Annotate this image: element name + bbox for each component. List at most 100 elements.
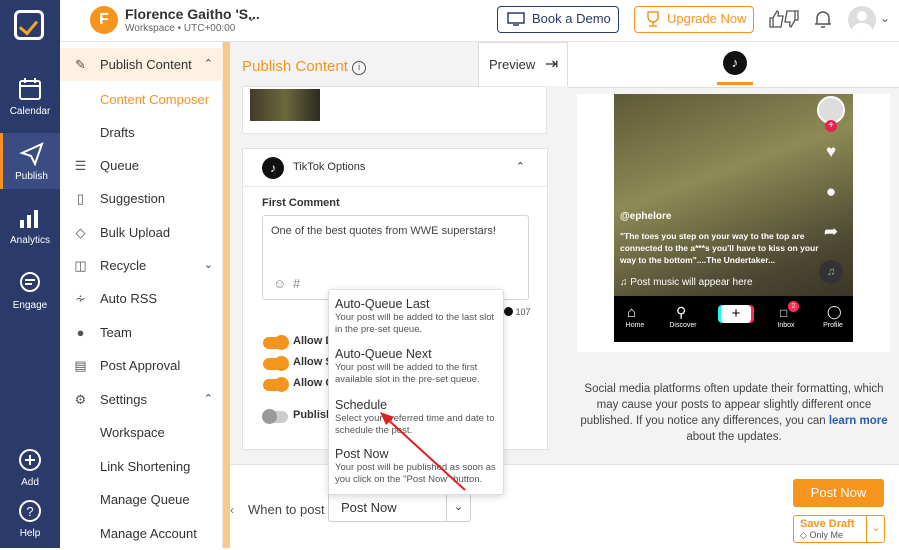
create-icon: +	[721, 305, 751, 323]
menu-settings[interactable]: ⚙ Settings ⌃	[60, 383, 223, 416]
menu-bulk-upload[interactable]: ◇ Bulk Upload	[60, 216, 223, 249]
chevron-up-icon: ⌃	[203, 393, 213, 405]
book-demo-button[interactable]: Book a Demo	[497, 6, 619, 33]
menu-recycle[interactable]: ◫ Recycle ⌄	[60, 249, 223, 282]
learn-more-link[interactable]: learn more	[829, 415, 888, 427]
publish-toggle-label: Publish	[293, 409, 333, 421]
menu-auto-rss-label: Auto RSS	[100, 291, 158, 306]
collapse-left-icon[interactable]: ‹	[230, 503, 234, 517]
upgrade-button[interactable]: Upgrade Now	[634, 6, 754, 33]
char-count: 107	[504, 307, 531, 317]
preview-caption: "The toes you step on your way to the to…	[620, 231, 819, 265]
team-icon: ●	[76, 325, 85, 340]
menu-link-shortening[interactable]: Link Shortening	[60, 450, 223, 483]
rail-calendar[interactable]: Calendar	[0, 76, 60, 117]
workspace-avatar[interactable]: F	[90, 6, 118, 34]
when-to-post-value: Post Now	[341, 500, 397, 515]
post-now-button[interactable]: Post Now	[793, 479, 884, 507]
preview-note: Social media platforms often update thei…	[576, 381, 892, 445]
gear-icon: ⚙	[74, 392, 87, 407]
chevron-down-icon[interactable]: ⌄	[246, 10, 256, 24]
tiktok-icon[interactable]: ♪	[723, 51, 747, 75]
share-icon: ➦	[823, 222, 839, 241]
option-auto-queue-last[interactable]: Auto-Queue Last Your post will be added …	[335, 297, 503, 336]
heart-icon: ♥	[825, 142, 837, 161]
bell-icon[interactable]	[813, 9, 833, 29]
info-icon[interactable]: i	[352, 61, 367, 75]
menu-post-approval-label: Post Approval	[100, 358, 181, 373]
rail-engage[interactable]: Engage	[0, 270, 60, 311]
emoji-icon[interactable]: ☺	[273, 276, 286, 291]
rail-help[interactable]: ? Help	[0, 498, 60, 539]
list-icon: ☰	[74, 158, 87, 173]
tiktok-preview: + ♥ ● ➦ ♫ @ephelore "The toes you step o…	[614, 94, 853, 342]
rail-publish[interactable]: Publish	[0, 133, 60, 189]
save-draft-button[interactable]: Save Draft ◇ Only Me ⌄	[793, 515, 885, 543]
menu-queue-label: Queue	[100, 158, 140, 173]
first-comment-label: First Comment	[262, 197, 340, 209]
publish-toggle[interactable]	[262, 409, 288, 424]
chevron-up-icon: ⌃	[203, 58, 213, 70]
rail-analytics[interactable]: Analytics	[0, 205, 60, 246]
app-logo[interactable]	[14, 10, 44, 40]
rail-analytics-label: Analytics	[9, 235, 50, 246]
follow-plus-icon: +	[825, 120, 837, 132]
when-to-post-label: When to post	[248, 502, 325, 517]
calendar-icon	[19, 78, 41, 100]
allow-comments-toggle[interactable]	[263, 377, 289, 392]
save-draft-label: Save Draft	[800, 518, 855, 530]
layers-icon: ◇	[75, 225, 86, 240]
media-thumbnail[interactable]	[250, 89, 320, 121]
tiktok-options-header[interactable]: ♪ TikTok Options ⌃	[243, 149, 547, 187]
discover-icon: ⚲	[676, 304, 687, 320]
page-title: Publish Content i	[242, 58, 367, 75]
menu-drafts[interactable]: Drafts	[60, 116, 223, 149]
char-count-dot-icon	[504, 307, 513, 316]
svg-text:?: ?	[26, 504, 33, 519]
menu-content-composer[interactable]: Content Composer	[60, 83, 223, 116]
pencil-icon: ✎	[75, 57, 86, 72]
menu-manage-queue[interactable]: Manage Queue	[60, 483, 223, 516]
publish-icon	[18, 142, 44, 167]
page-title-text: Publish Content	[242, 58, 348, 75]
user-menu-chevron-icon[interactable]: ⌄	[880, 11, 890, 25]
menu-publish-content[interactable]: ✎ Publish Content ⌃	[60, 48, 223, 81]
menu-post-approval[interactable]: ▤ Post Approval	[60, 349, 223, 382]
help-icon: ?	[19, 500, 41, 522]
preview-platform-tabs: ♪	[568, 42, 899, 88]
menu-workspace[interactable]: Workspace	[60, 416, 223, 449]
option-desc: Your post will be added to the first ava…	[335, 362, 480, 385]
allow-duet-toggle[interactable]	[263, 335, 289, 350]
allow-stitch-toggle[interactable]	[263, 356, 289, 371]
thumbs-feedback-icon[interactable]	[768, 9, 800, 29]
workspace-name[interactable]: Florence Gaitho 'S...	[125, 6, 260, 22]
home-icon: ⌂	[627, 304, 637, 321]
inbox-badge: 2	[788, 301, 799, 312]
nav-profile-label: Profile	[823, 322, 843, 329]
arrow-right-icon: ⇥	[544, 56, 559, 73]
menu-settings-label: Settings	[100, 392, 147, 407]
preview-tab-label: Preview	[489, 57, 536, 72]
menu-auto-rss[interactable]: ∻ Auto RSS	[60, 282, 223, 315]
preview-tab[interactable]: Preview ⇥	[478, 42, 568, 86]
menu-team[interactable]: ● Team	[60, 316, 223, 349]
rail-add[interactable]: Add	[0, 447, 60, 488]
first-comment-input[interactable]: One of the best quotes from WWE supersta…	[262, 215, 529, 300]
menu-scrollbar[interactable]	[223, 42, 230, 548]
user-avatar[interactable]	[848, 6, 876, 34]
preview-music: ♫ Post music will appear here	[620, 277, 753, 288]
hashtag-icon[interactable]: #	[293, 276, 300, 291]
rss-icon: ∻	[75, 291, 86, 306]
preview-note-end: about the updates.	[686, 431, 782, 443]
option-auto-queue-next[interactable]: Auto-Queue Next Your post will be added …	[335, 347, 503, 386]
annotation-arrow	[380, 412, 466, 491]
nav-inbox-label: Inbox	[777, 322, 795, 329]
option-title: Auto-Queue Next	[335, 347, 432, 361]
chevron-down-icon: ⌄	[446, 494, 470, 521]
when-to-post-select[interactable]: Post Now ⌄	[328, 493, 471, 522]
menu-suggestion[interactable]: ▯ Suggestion	[60, 182, 223, 215]
menu-manage-account[interactable]: Manage Account	[60, 517, 223, 550]
chevron-down-icon[interactable]: ⌄	[866, 516, 885, 542]
menu-queue[interactable]: ☰ Queue	[60, 149, 223, 182]
music-disc-icon: ♫	[819, 260, 843, 284]
